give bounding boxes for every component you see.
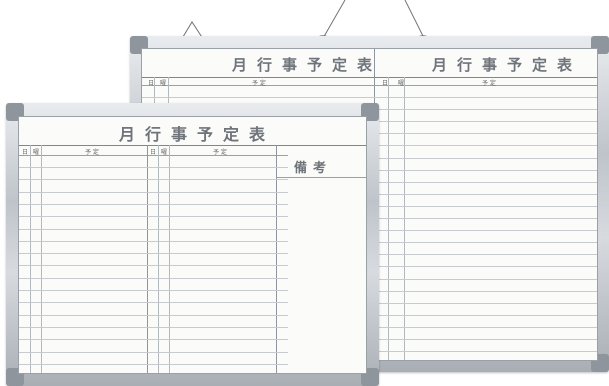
back-title-left: 月行事予定表 bbox=[232, 56, 383, 74]
ruled-line bbox=[19, 277, 288, 279]
ruled-line bbox=[19, 302, 288, 304]
ruled-line bbox=[19, 216, 288, 218]
ruled-line bbox=[19, 240, 288, 242]
back-header-schedule-right: 予 定 bbox=[482, 80, 496, 87]
ruled-line bbox=[19, 351, 288, 353]
ruled-line bbox=[19, 253, 288, 255]
front-header-day-right: 日 bbox=[150, 149, 157, 156]
ruled-line bbox=[19, 265, 288, 267]
front-header-weekday-left: 曜 bbox=[33, 149, 40, 156]
ruled-line bbox=[19, 290, 288, 291]
ruled-line bbox=[19, 339, 288, 341]
front-whiteboard: 月行事予定表 日 曜 予 定 日 曜 予 定 備考 bbox=[6, 103, 379, 386]
ruled-line bbox=[142, 97, 597, 98]
ruled-line bbox=[19, 326, 288, 328]
front-title: 月行事予定表 bbox=[119, 125, 276, 144]
front-header-schedule-left: 予 定 bbox=[85, 149, 99, 156]
ruled-line bbox=[19, 167, 288, 168]
ruled-line bbox=[19, 314, 288, 316]
remarks-label: 備考 bbox=[294, 161, 333, 176]
ruled-line bbox=[19, 203, 288, 205]
ruled-line bbox=[19, 191, 288, 193]
front-header-day-left: 日 bbox=[22, 149, 29, 156]
back-header-weekday-left: 曜 bbox=[160, 80, 167, 87]
ruled-line bbox=[19, 228, 288, 230]
back-header-rule bbox=[142, 85, 597, 86]
back-title-right: 月行事予定表 bbox=[432, 56, 583, 74]
front-header-weekday-right: 曜 bbox=[161, 149, 168, 156]
remarks-rule bbox=[277, 177, 366, 178]
front-board-face: 月行事予定表 日 曜 予 定 日 曜 予 定 備考 bbox=[18, 116, 367, 374]
back-header-schedule-left: 予 定 bbox=[252, 80, 266, 87]
front-header-schedule-right: 予 定 bbox=[213, 149, 227, 156]
ruled-line bbox=[19, 179, 288, 181]
ruled-line bbox=[19, 363, 288, 365]
